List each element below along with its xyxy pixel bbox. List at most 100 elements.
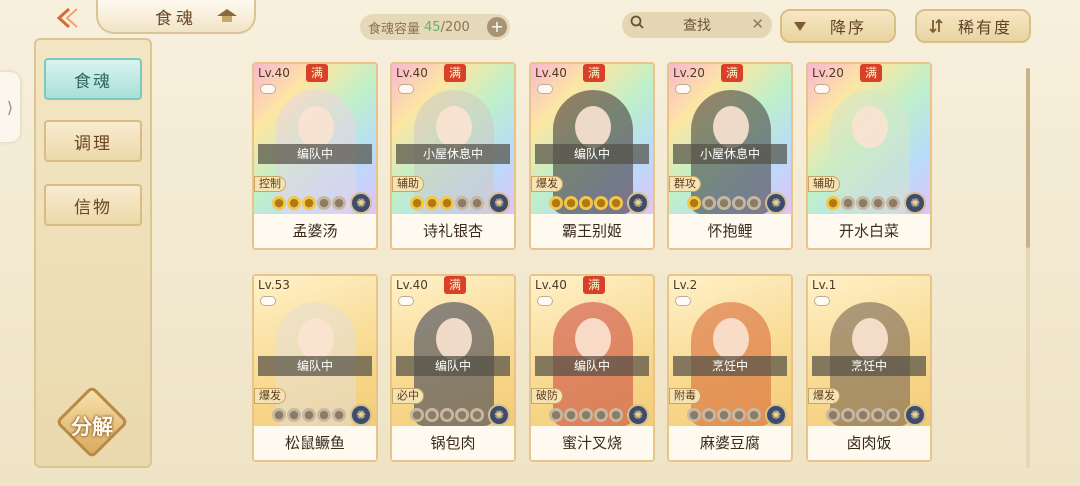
star-icon: ● (871, 196, 885, 210)
decompose-label: 分解 (71, 414, 113, 439)
food-soul-card[interactable]: Lv.40 满编队中 控制 ● ● ● ● ● ✺ 孟婆汤 (252, 62, 378, 250)
element-emblem-icon: ✺ (627, 192, 649, 214)
star-icon: ● (564, 408, 578, 422)
level-label: Lv.40 (396, 278, 428, 292)
element-emblem-icon: ✺ (350, 404, 372, 426)
character-face (852, 106, 888, 148)
role-tag: 破防 (531, 388, 563, 404)
character-name: 怀抱鲤 (669, 214, 791, 248)
star-icon: ● (579, 408, 593, 422)
food-soul-card[interactable]: Lv.53 编队中爆发 ● ● ● ● ● ✺ 松鼠鳜鱼 (252, 274, 378, 462)
star-icon: ● (687, 408, 701, 422)
scrollbar[interactable] (1026, 68, 1030, 468)
role-tag: 群攻 (669, 176, 701, 192)
max-level-badge: 满 (721, 64, 743, 82)
star-icon: ● (826, 196, 840, 210)
back-arrow-icon[interactable] (50, 4, 86, 32)
element-emblem-icon: ✺ (904, 192, 926, 214)
star-icon: ● (594, 408, 608, 422)
star-icon: ● (470, 196, 484, 210)
character-name: 卤肉饭 (808, 426, 930, 460)
decompose-button[interactable]: 分解 (52, 385, 132, 460)
level-label: Lv.40 (535, 278, 567, 292)
food-soul-card[interactable]: Lv.20 满辅助 ● ● ● ● ● ✺ 开水白菜 (806, 62, 932, 250)
search-box[interactable]: 查找 ✕ (622, 12, 772, 38)
character-face (436, 318, 472, 360)
clear-search-icon[interactable]: ✕ (751, 15, 764, 33)
star-icon: ● (455, 408, 469, 422)
star-icon: ● (609, 408, 623, 422)
sort-toggle-icon (927, 17, 945, 39)
star-icon: ● (841, 408, 855, 422)
star-icon: ● (702, 408, 716, 422)
star-icon: ● (272, 408, 286, 422)
top-bar: 食魂 食魂容量 45 /200 + 查找 ✕ 降序 稀有度 (0, 0, 1080, 50)
level-label: Lv.20 (673, 66, 705, 80)
status-banner: 烹饪中 (812, 356, 926, 376)
role-tag: 控制 (254, 176, 286, 192)
status-banner: 小屋休息中 (673, 144, 787, 164)
level-label: Lv.40 (396, 66, 428, 80)
element-emblem-icon: ✺ (350, 192, 372, 214)
side-drawer-handle[interactable]: ⟩ (0, 72, 20, 142)
star-icon: ● (717, 408, 731, 422)
sidebar-item-food-soul[interactable]: 食魂 (44, 58, 142, 100)
star-icon: ● (564, 196, 578, 210)
role-tag: 辅助 (808, 176, 840, 192)
roof-icon[interactable] (216, 7, 238, 25)
status-banner: 编队中 (396, 356, 510, 376)
food-soul-card[interactable]: Lv.20 满小屋休息中 群攻 ● ● ● ● ● ✺ 怀抱鲤 (667, 62, 793, 250)
level-label: Lv.40 (258, 66, 290, 80)
capacity-add-button[interactable]: + (487, 17, 507, 37)
max-level-badge: 满 (583, 276, 605, 294)
food-soul-card[interactable]: Lv.40 满编队中 必中 ● ● ● ● ● ✺ 锅包肉 (390, 274, 516, 462)
search-input[interactable]: 查找 (683, 15, 711, 35)
status-banner: 烹饪中 (673, 356, 787, 376)
food-soul-card[interactable]: Lv.1 烹饪中 爆发 ● ● ● ● ● ✺ 卤肉饭 (806, 274, 932, 462)
role-tag: 爆发 (254, 388, 286, 404)
capacity-current: 45 (424, 19, 441, 35)
character-name: 锅包肉 (392, 426, 514, 460)
star-icon: ● (886, 408, 900, 422)
sidebar-item-keepsake[interactable]: 信物 (44, 184, 142, 226)
character-face (575, 318, 611, 360)
sort-rarity-button[interactable]: 稀有度 (915, 9, 1031, 43)
star-rating: ● ● ● ● ● (272, 196, 346, 212)
level-label: Lv.53 (258, 278, 290, 292)
star-rating: ● ● ● ● ● (272, 408, 346, 424)
sort-order-button[interactable]: 降序 (780, 9, 896, 43)
food-soul-card[interactable]: Lv.2 烹饪中 附毒 ● ● ● ● ● ✺ 麻婆豆腐 (667, 274, 793, 462)
star-rating: ● ● ● ● ● (826, 408, 900, 424)
star-icon: ● (332, 196, 346, 210)
star-icon: ● (702, 196, 716, 210)
star-rating: ● ● ● ● ● (410, 408, 484, 424)
food-soul-card[interactable]: Lv.40 满小屋休息中 辅助 ● ● ● ● ● ✺ 诗礼银杏 (390, 62, 516, 250)
star-rating: ● ● ● ● ● (549, 196, 623, 212)
food-soul-card[interactable]: Lv.40 满编队中 爆发 ● ● ● ● ● ✺ 霸王别姬 (529, 62, 655, 250)
character-name: 松鼠鳜鱼 (254, 426, 376, 460)
status-banner: 编队中 (258, 356, 372, 376)
bond-chip-icon (675, 84, 691, 94)
element-emblem-icon: ✺ (488, 192, 510, 214)
star-icon: ● (332, 408, 346, 422)
star-icon: ● (470, 408, 484, 422)
scroll-thumb[interactable] (1026, 68, 1030, 248)
capacity-label: 食魂容量 (368, 21, 421, 37)
food-soul-card[interactable]: Lv.40 满编队中 破防 ● ● ● ● ● ✺ 蜜汁叉烧 (529, 274, 655, 462)
role-tag: 辅助 (392, 176, 424, 192)
star-icon: ● (871, 408, 885, 422)
status-banner: 小屋休息中 (396, 144, 510, 164)
element-emblem-icon: ✺ (765, 192, 787, 214)
bond-chip-icon (814, 296, 830, 306)
role-tag: 附毒 (669, 388, 701, 404)
character-name: 诗礼银杏 (392, 214, 514, 248)
star-icon: ● (455, 196, 469, 210)
star-icon: ● (317, 408, 331, 422)
bond-chip-icon (814, 84, 830, 94)
character-face (436, 106, 472, 148)
role-tag: 爆发 (531, 176, 563, 192)
max-level-badge: 满 (444, 276, 466, 294)
character-name: 孟婆汤 (254, 214, 376, 248)
sidebar-item-conditioning[interactable]: 调理 (44, 120, 142, 162)
sort-rarity-label: 稀有度 (957, 18, 1012, 37)
